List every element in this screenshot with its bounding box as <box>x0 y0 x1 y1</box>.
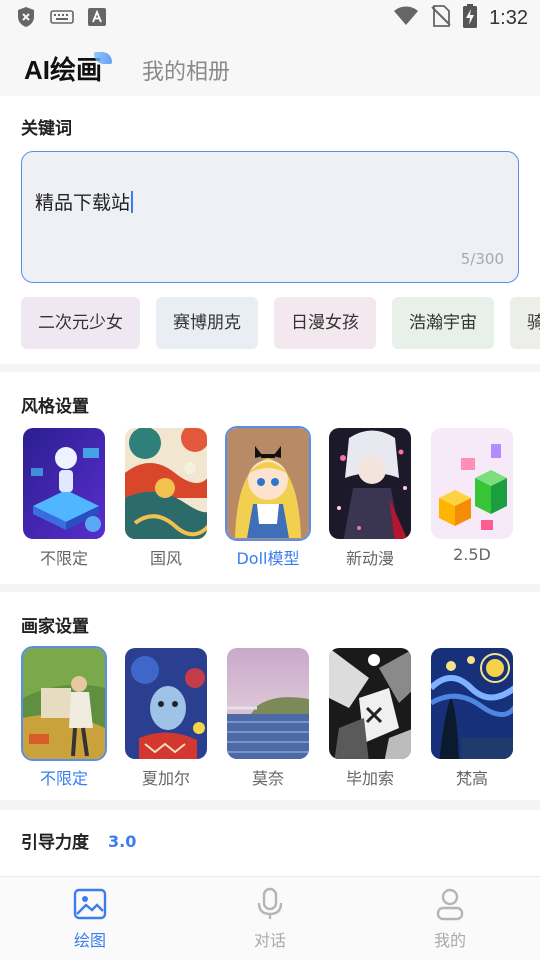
wifi-icon <box>393 6 419 30</box>
artist-option-label: 莫奈 <box>251 769 284 788</box>
keyword-input-value: 精品下载站 <box>35 192 131 214</box>
artist-section-title: 画家设置 <box>21 617 89 637</box>
image-icon <box>73 888 107 925</box>
style-option[interactable]: 国风 <box>123 426 209 569</box>
artist-thumbnail <box>327 646 413 761</box>
style-option-label: Doll模型 <box>236 549 300 568</box>
nav-label: 绘图 <box>73 931 106 950</box>
artist-thumbnail <box>225 646 311 761</box>
no-sim-icon <box>431 5 451 31</box>
keyword-chip[interactable]: 浩瀚宇宙 <box>392 297 494 349</box>
chip-label: 赛博朋克 <box>173 313 241 333</box>
keyboard-icon <box>50 9 74 29</box>
style-option[interactable]: 新动漫 <box>327 426 413 569</box>
style-thumbnail <box>429 426 515 541</box>
guidance-value: 3.0 <box>108 832 137 851</box>
text-caret <box>131 191 134 213</box>
artist-option-label: 不限定 <box>39 769 88 788</box>
style-thumbnail <box>123 426 209 541</box>
style-section-title: 风格设置 <box>21 397 89 417</box>
keyword-chip[interactable]: 二次元少女 <box>21 297 140 349</box>
style-thumbnail <box>327 426 413 541</box>
keyword-input[interactable]: 精品下载站 5/300 <box>21 151 519 283</box>
keyword-chip[interactable]: 骑 <box>510 297 540 349</box>
style-thumbnail <box>21 426 107 541</box>
keyword-section-title: 关键词 <box>21 119 72 139</box>
chip-label: 骑 <box>527 313 540 333</box>
artist-option[interactable]: 毕加索 <box>327 646 413 789</box>
style-option[interactable]: Doll模型 <box>225 426 311 569</box>
keyword-chip-list: 二次元少女 赛博朋克 日漫女孩 浩瀚宇宙 骑 <box>21 297 540 349</box>
status-bar: 1:32 <box>0 0 540 36</box>
shield-x-icon <box>16 6 36 32</box>
nav-label: 对话 <box>253 931 286 950</box>
chip-label: 浩瀚宇宙 <box>409 313 477 333</box>
artist-option-label: 梵高 <box>455 769 488 788</box>
style-option-label: 新动漫 <box>345 549 394 568</box>
bottom-nav: 绘图 对话 我的 <box>0 876 540 960</box>
style-option-list: 不限定 国风 Doll模型 新动漫 2.5D <box>21 426 515 569</box>
guidance-section: 引导力度 3.0 <box>0 810 540 876</box>
clock-time: 1:32 <box>489 6 528 29</box>
style-option-label: 2.5D <box>453 545 491 564</box>
nav-item-chat[interactable]: 对话 <box>220 887 320 951</box>
guidance-title: 引导力度 <box>21 833 89 853</box>
nav-label: 我的 <box>433 931 466 950</box>
tab-ai-painting[interactable]: AI绘画 <box>24 50 113 87</box>
nav-item-me[interactable]: 我的 <box>400 887 500 951</box>
nav-item-draw[interactable]: 绘图 <box>40 887 140 951</box>
chip-label: 二次元少女 <box>38 313 123 333</box>
style-option-label: 国风 <box>149 549 182 568</box>
char-counter: 5/300 <box>460 250 504 268</box>
artist-option[interactable]: 夏加尔 <box>123 646 209 789</box>
microphone-icon <box>253 887 287 925</box>
style-option-label: 不限定 <box>39 549 88 568</box>
artist-option-label: 毕加索 <box>345 769 394 788</box>
artist-section: 画家设置 不限定 夏加尔 莫奈 毕加索 梵高 <box>0 592 540 800</box>
keyword-section: 关键词 精品下载站 5/300 二次元少女 赛博朋克 日漫女孩 浩瀚宇宙 骑 <box>0 96 540 364</box>
battery-charging-icon <box>463 4 478 32</box>
keyword-chip[interactable]: 日漫女孩 <box>274 297 376 349</box>
style-option[interactable]: 不限定 <box>21 426 107 569</box>
tab-ai-painting-label: AI绘画 <box>24 55 103 85</box>
font-a-icon <box>88 8 106 30</box>
keyword-chip[interactable]: 赛博朋克 <box>156 297 258 349</box>
artist-thumbnail <box>123 646 209 761</box>
style-thumbnail <box>225 426 311 541</box>
artist-thumbnail <box>429 646 515 761</box>
artist-option-label: 夏加尔 <box>141 769 190 788</box>
artist-thumbnail <box>21 646 107 761</box>
artist-option[interactable]: 梵高 <box>429 646 515 789</box>
user-icon <box>433 888 467 925</box>
artist-option[interactable]: 不限定 <box>21 646 107 789</box>
style-section: 风格设置 不限定 国风 Doll模型 新动漫 2.5D <box>0 372 540 584</box>
artist-option[interactable]: 莫奈 <box>225 646 311 789</box>
style-option[interactable]: 2.5D <box>429 426 515 569</box>
top-tabs: AI绘画 我的相册 <box>0 36 540 96</box>
artist-option-list: 不限定 夏加尔 莫奈 毕加索 梵高 <box>21 646 515 789</box>
tab-my-album[interactable]: 我的相册 <box>142 54 230 86</box>
chip-label: 日漫女孩 <box>291 313 359 333</box>
